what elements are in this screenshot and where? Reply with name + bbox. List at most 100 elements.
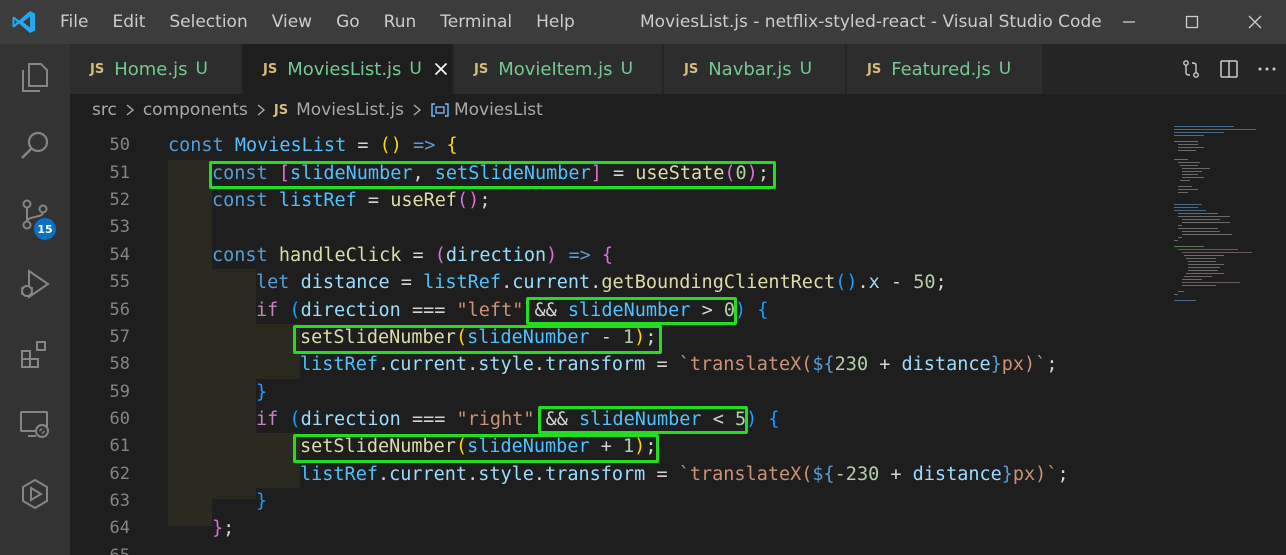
minimap-line [1182,177,1204,178]
minimap-line [1174,126,1234,127]
minimap-line [1188,270,1218,271]
breadcrumb: src components JS MoviesList.js MoviesLi… [70,94,1286,126]
minimap-line [1178,216,1230,217]
maximize-icon [1185,15,1198,29]
deploy-button[interactable] [0,464,70,524]
menu-go[interactable]: Go [324,0,372,44]
minimap-line [1174,300,1196,301]
maximize-button[interactable] [1160,0,1223,44]
minimap-line [1178,228,1218,229]
tab-movieslist-js[interactable]: JS MoviesList.js U [243,44,453,94]
tab-label: Home.js [114,58,188,80]
code-line-59: } [256,382,268,403]
minimize-button[interactable] [1097,0,1160,44]
extensions-button[interactable] [0,324,70,384]
tab-home-js[interactable]: JS Home.js U [70,44,242,94]
editor-actions [1172,44,1286,94]
js-file-icon: JS [263,61,278,77]
menu-run[interactable]: Run [372,0,429,44]
menu-file[interactable]: File [48,0,100,44]
breadcrumb-components[interactable]: components [143,100,248,120]
line-number: 54 [109,245,130,265]
tab-movieitem-js[interactable]: JS MovieItem.js U [454,44,663,94]
chevron-right-icon [125,103,135,117]
minimap-line [1178,249,1238,250]
code-line-62: listRef.current.style.transform = `trans… [300,464,1069,485]
highlight-box [293,434,659,463]
explorer-button[interactable] [0,47,70,107]
minimap[interactable] [1170,126,1286,555]
line-number: 59 [109,382,130,402]
minimap-line [1182,222,1230,223]
minimap-line [1184,255,1224,256]
code-line-58: listRef.current.style.transform = `trans… [300,354,1058,375]
js-file-icon: JS [90,61,105,77]
minimap-line [1182,234,1232,235]
menu-edit[interactable]: Edit [100,0,157,44]
code-editor[interactable]: 50 51 52 53 54 55 56 57 58 59 60 61 62 6… [70,126,1170,555]
untracked-status: U [409,59,422,79]
tab-label: Navbar.js [708,58,792,80]
highlight-box [538,406,748,434]
split-editor-button[interactable] [1210,44,1248,94]
untracked-status: U [195,59,208,79]
tab-navbar-js[interactable]: JS Navbar.js U [664,44,846,94]
breadcrumb-file[interactable]: MoviesList.js [296,100,404,120]
title-bar: File Edit Selection View Go Run Terminal… [0,0,1286,44]
minimap-line [1178,147,1204,148]
minimap-line [1188,264,1224,265]
highlight-box [209,161,776,189]
minimap-line [1178,213,1218,214]
minimap-line [1178,162,1200,163]
symbol-variable-icon [430,102,450,118]
minimap-line [1188,261,1216,262]
untracked-status: U [620,59,634,79]
menu-terminal[interactable]: Terminal [428,0,524,44]
remote-explorer-button[interactable] [0,394,70,454]
minimap-line [1182,219,1220,220]
line-number: 55 [109,272,130,292]
line-number: 51 [109,163,130,183]
search-button[interactable] [0,116,70,176]
activity-bar: 15 [0,44,70,555]
minimap-line [1174,207,1198,208]
menu-view[interactable]: View [260,0,324,44]
minimap-line [1174,129,1256,130]
close-icon [1248,15,1261,29]
minimap-line [1174,294,1178,295]
source-control-badge: 15 [34,218,56,240]
split-editor-icon [1220,60,1238,78]
highlight-box [526,297,737,325]
open-changes-button[interactable] [1172,44,1210,94]
menu-help[interactable]: Help [524,0,587,44]
minimap-line [1178,225,1182,226]
minimap-line [1178,192,1188,193]
window-controls [1097,0,1286,44]
line-number: 57 [109,327,130,347]
minimap-line [1180,180,1190,181]
close-window-button[interactable] [1223,0,1286,44]
menu-selection[interactable]: Selection [157,0,259,44]
js-file-icon: JS [867,61,882,77]
minimap-line [1182,171,1202,172]
minimap-line [1184,276,1212,277]
highlight-box [293,325,662,354]
minimap-line [1174,240,1178,241]
js-file-icon: JS [684,61,699,77]
more-actions-button[interactable] [1248,44,1286,94]
run-debug-button[interactable] [0,254,70,314]
line-number: 61 [109,436,130,456]
breadcrumb-src[interactable]: src [92,100,117,120]
code-line-64: }; [212,518,235,539]
explorer-icon [22,63,48,92]
minimap-line [1178,186,1192,187]
close-tab-button[interactable] [434,62,448,76]
minimap-line [1182,231,1220,232]
window-title: MoviesList.js - netflix-styled-react - V… [640,12,1102,32]
breadcrumb-symbol[interactable]: MoviesList [454,100,543,120]
minimap-line [1182,282,1240,283]
source-control-button[interactable]: 15 [0,184,70,244]
tab-featured-js[interactable]: JS Featured.js U [847,44,1043,94]
line-number: 56 [109,300,130,320]
close-icon [434,62,447,76]
